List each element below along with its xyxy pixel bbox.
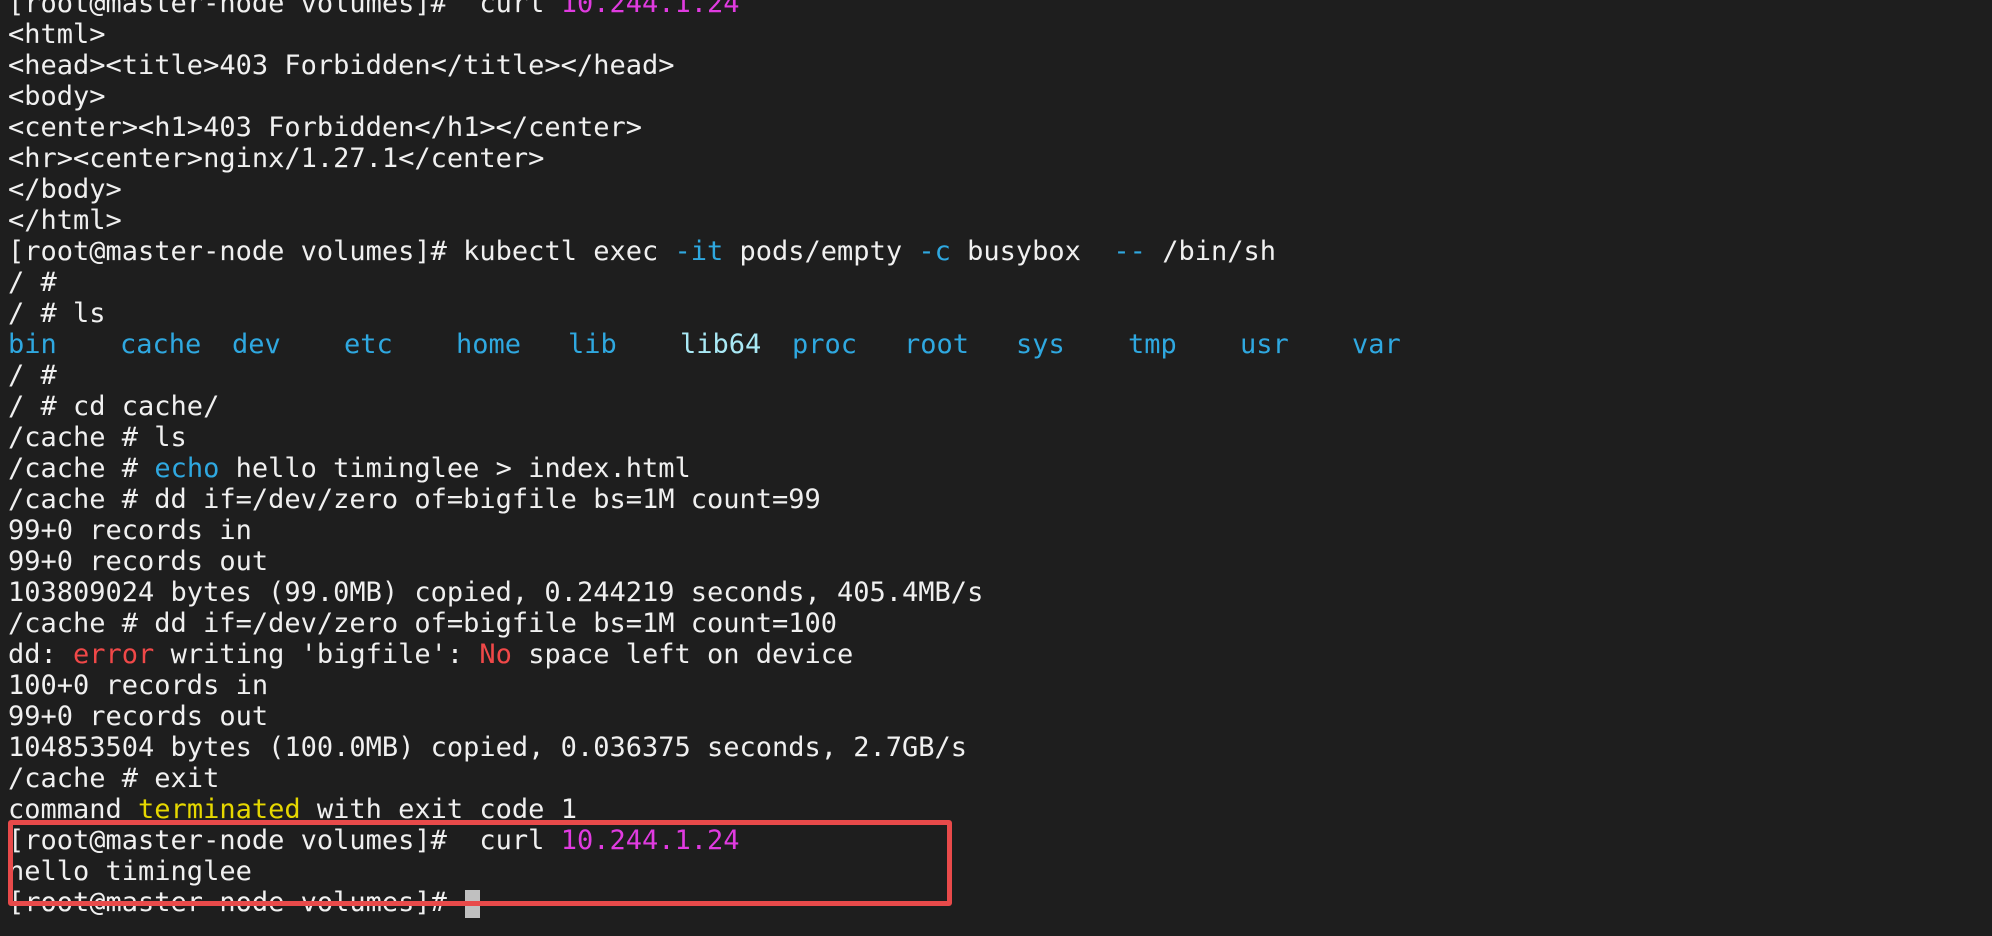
ip-address: 10.244.1.24 (560, 0, 740, 19)
command-text: /bin/sh (1145, 236, 1276, 267)
output-line: /cache # exit (8, 763, 220, 794)
directory-entry: lib (568, 329, 617, 360)
directory-entry: home (456, 329, 522, 360)
directory-entry: dev (232, 329, 281, 360)
output-line: 104853504 bytes (100.0MB) copied, 0.0363… (8, 732, 968, 763)
directory-entry: usr (1240, 329, 1289, 360)
output-line: <hr><center>nginx/1.27.1</center> (8, 143, 545, 174)
directory-entry: cache (120, 329, 202, 360)
command-text: pods/empty (723, 236, 919, 267)
shell-prompt: [root@master-node volumes]# (8, 0, 447, 19)
directory-entry: bin (8, 329, 57, 360)
output-line: / # cd cache/ (8, 391, 220, 422)
command-flag: -- (1113, 236, 1146, 267)
output-text: writing 'bigfile': (154, 639, 480, 670)
output-line: <html> (8, 19, 106, 50)
error-keyword: error (73, 639, 155, 670)
directory-entry: var (1352, 329, 1401, 360)
command-flag: -c (918, 236, 951, 267)
output-text: space left on device (511, 639, 854, 670)
builtin-command: echo (154, 453, 220, 484)
shell-prompt: [root@master-node volumes]# (8, 236, 447, 267)
directory-entry: sys (1016, 329, 1065, 360)
terminal-line: [root@master-node volumes]# kubectl exec… (8, 236, 1992, 267)
command-text: curl (446, 0, 561, 19)
output-line: </html> (8, 205, 122, 236)
output-line: / # (8, 360, 57, 391)
directory-entry: root (904, 329, 970, 360)
error-keyword: No (479, 639, 512, 670)
shell-prompt: /cache # (8, 453, 155, 484)
command-text: hello timinglee > index.html (219, 453, 691, 484)
directory-entry: lib64 (680, 329, 762, 360)
directory-entry: proc (792, 329, 858, 360)
output-line: / # ls (8, 298, 106, 329)
highlight-box (8, 820, 952, 906)
output-line: 100+0 records in (8, 670, 269, 701)
terminal-line: /cache # echo hello timinglee > index.ht… (8, 453, 1992, 484)
directory-entry: etc (344, 329, 393, 360)
output-line: 99+0 records out (8, 701, 269, 732)
output-line: 103809024 bytes (99.0MB) copied, 0.24421… (8, 577, 984, 608)
error-line: dd: error writing 'bigfile': No space le… (8, 639, 1992, 670)
output-line: 99+0 records in (8, 515, 252, 546)
command-text: busybox (950, 236, 1114, 267)
output-line: / # (8, 267, 57, 298)
output-line: /cache # dd if=/dev/zero of=bigfile bs=1… (8, 484, 821, 515)
output-line: /cache # ls (8, 422, 187, 453)
output-text: dd: (8, 639, 74, 670)
output-line: /cache # dd if=/dev/zero of=bigfile bs=1… (8, 608, 838, 639)
terminal-window[interactable]: [root@master-node volumes]# curl 10.244.… (0, 0, 1992, 924)
output-line: <body> (8, 81, 106, 112)
directory-entry: tmp (1128, 329, 1177, 360)
command-flag: -it (674, 236, 724, 267)
output-line: <head><title>403 Forbidden</title></head… (8, 50, 675, 81)
terminal-line: [root@master-node volumes]# curl 10.244.… (8, 0, 1992, 19)
ls-output: bin cache dev etc home lib lib64 proc root sys tmp… (8, 329, 1992, 360)
output-line: <center><h1>403 Forbidden</h1></center> (8, 112, 642, 143)
output-line: 99+0 records out (8, 546, 269, 577)
output-line: </body> (8, 174, 122, 205)
command-text: kubectl exec (446, 236, 675, 267)
